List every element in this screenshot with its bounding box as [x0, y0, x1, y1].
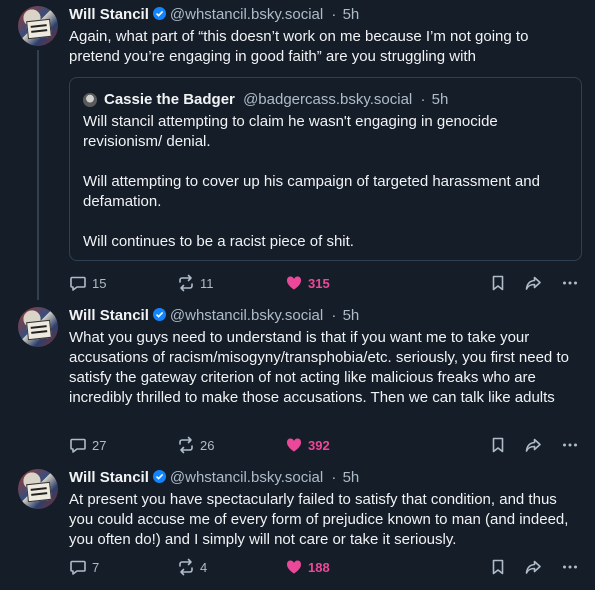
quoted-post-time: 5h — [431, 91, 449, 108]
quoted-author-avatar — [83, 93, 97, 107]
author-handle[interactable]: @whstancil.bsky.social — [170, 307, 323, 324]
reply-icon — [70, 276, 86, 291]
verified-badge-icon — [152, 7, 166, 20]
post-actions: 7 4 188 — [69, 558, 584, 578]
bookmark-icon — [492, 275, 504, 291]
post-text: Again, what part of “this doesn’t work o… — [69, 28, 529, 65]
share-icon — [525, 276, 541, 290]
post-time[interactable]: 5h — [343, 307, 360, 324]
author-handle[interactable]: @whstancil.bsky.social — [170, 469, 323, 486]
reply-button[interactable]: 15 — [69, 274, 106, 292]
share-icon — [525, 438, 541, 452]
verified-badge-icon — [152, 308, 166, 321]
post-header: Will Stancil @whstancil.bsky.social · 5h — [69, 307, 359, 324]
reply-button[interactable]: 7 — [69, 558, 99, 576]
thread-connector-line — [37, 50, 39, 300]
repost-icon — [179, 436, 193, 454]
repost-button[interactable]: 26 — [177, 436, 214, 454]
quoted-author-handle: @badgercass.bsky.social — [243, 91, 413, 108]
bookmark-icon — [492, 437, 504, 453]
like-count: 315 — [308, 275, 330, 291]
repost-button[interactable]: 4 — [177, 558, 207, 576]
bookmark-button[interactable] — [489, 274, 507, 292]
repost-icon — [179, 274, 193, 292]
bookmark-button[interactable] — [489, 558, 507, 576]
author-avatar[interactable] — [18, 469, 58, 509]
separator-dot: · — [331, 469, 337, 486]
like-button[interactable]: 392 — [285, 436, 330, 454]
post-time[interactable]: 5h — [343, 6, 360, 23]
quoted-post[interactable]: Cassie the Badger @badgercass.bsky.socia… — [69, 77, 582, 261]
more-icon — [563, 281, 577, 285]
separator-dot: · — [420, 91, 426, 108]
quoted-paragraph: Will attempting to cover up his campaign… — [83, 173, 540, 210]
separator-dot: · — [331, 307, 337, 324]
more-options-button[interactable] — [561, 436, 579, 454]
quoted-post-header: Cassie the Badger @badgercass.bsky.socia… — [104, 91, 448, 108]
quoted-post-text: Will stancil attempting to claim he wasn… — [83, 112, 573, 272]
share-icon — [525, 560, 541, 574]
verified-badge-icon — [152, 470, 166, 483]
more-icon — [563, 565, 577, 569]
reply-count: 7 — [92, 559, 100, 575]
heart-icon — [286, 438, 302, 452]
heart-icon — [286, 560, 302, 574]
separator-dot: · — [331, 6, 337, 23]
repost-count: 11 — [200, 275, 214, 291]
quoted-paragraph: Will continues to be a racist piece of s… — [83, 233, 354, 250]
share-button[interactable] — [524, 274, 542, 292]
post-actions: 15 11 315 — [69, 274, 584, 294]
more-icon — [563, 443, 577, 447]
author-handle[interactable]: @whstancil.bsky.social — [170, 6, 323, 23]
bookmark-button[interactable] — [489, 436, 507, 454]
post-header: Will Stancil @whstancil.bsky.social · 5h — [69, 6, 359, 23]
author-name[interactable]: Will Stancil — [69, 307, 149, 324]
author-avatar[interactable] — [18, 6, 58, 46]
share-button[interactable] — [524, 558, 542, 576]
repost-count: 4 — [200, 559, 208, 575]
more-options-button[interactable] — [561, 558, 579, 576]
reply-count: 27 — [92, 437, 107, 453]
bookmark-icon — [492, 559, 504, 575]
quoted-author-name: Cassie the Badger — [104, 91, 235, 108]
repost-button[interactable]: 11 — [177, 274, 214, 292]
post-text: What you guys need to understand is that… — [69, 329, 569, 406]
share-button[interactable] — [524, 436, 542, 454]
repost-icon — [179, 558, 193, 576]
heart-icon — [286, 276, 302, 290]
reply-icon — [70, 560, 86, 575]
post-header: Will Stancil @whstancil.bsky.social · 5h — [69, 469, 359, 486]
reply-count: 15 — [92, 275, 107, 291]
reply-button[interactable]: 27 — [69, 436, 106, 454]
repost-count: 26 — [200, 437, 215, 453]
more-options-button[interactable] — [561, 274, 579, 292]
author-avatar[interactable] — [18, 307, 58, 347]
post-time[interactable]: 5h — [343, 469, 360, 486]
like-count: 392 — [308, 437, 330, 453]
like-button[interactable]: 188 — [285, 558, 330, 576]
author-name[interactable]: Will Stancil — [69, 469, 149, 486]
like-count: 188 — [308, 559, 330, 575]
post-actions: 27 26 392 — [69, 436, 584, 456]
like-button[interactable]: 315 — [285, 274, 330, 292]
quoted-paragraph: Will stancil attempting to claim he wasn… — [83, 113, 498, 150]
author-name[interactable]: Will Stancil — [69, 6, 149, 23]
reply-icon — [70, 438, 86, 453]
post-text: At present you have spectacularly failed… — [69, 491, 569, 548]
